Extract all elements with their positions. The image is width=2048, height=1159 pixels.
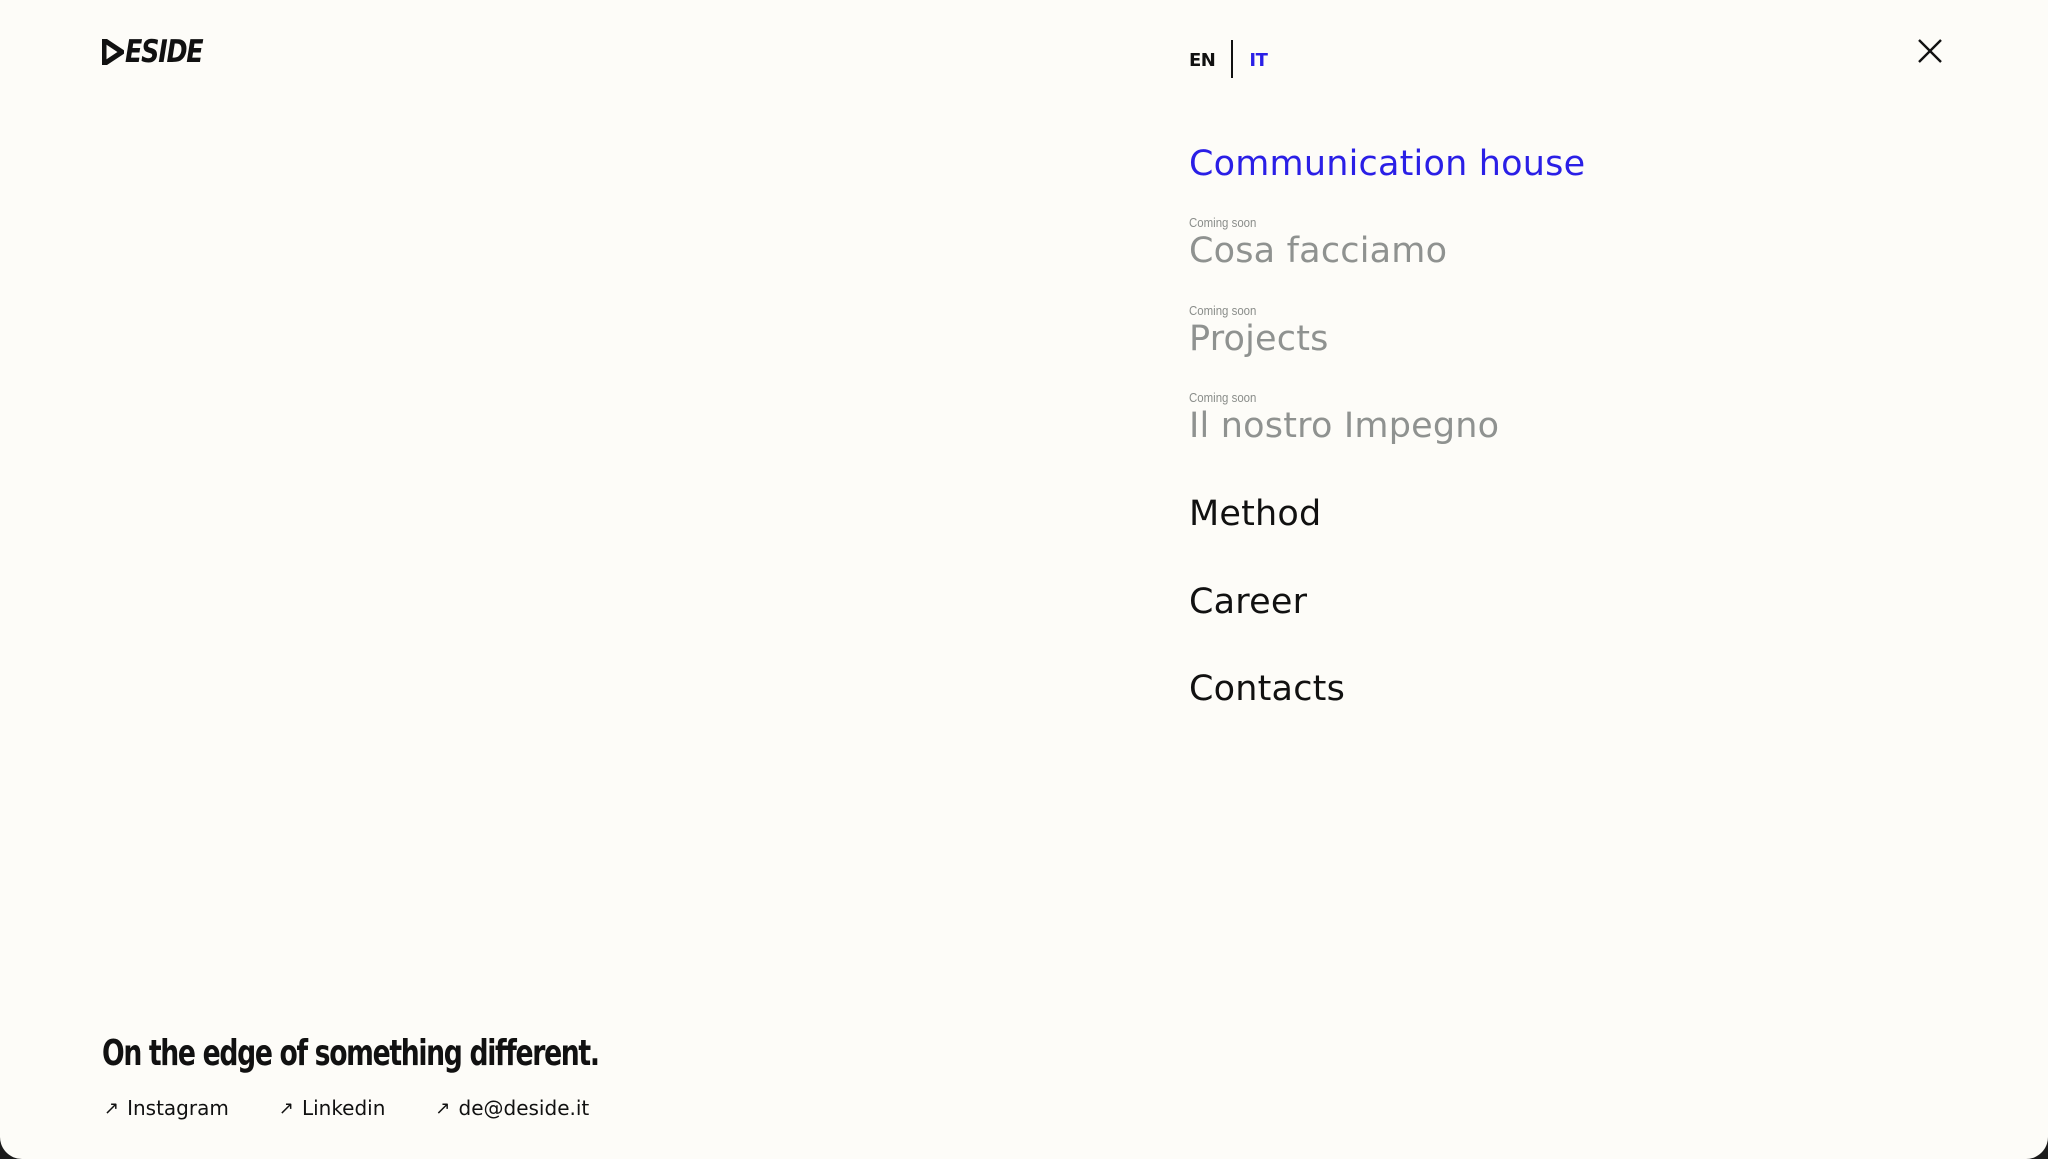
lang-option-en[interactable]: EN [1189,49,1216,70]
nav-item-label: Cosa facciamo [1189,231,1448,271]
lang-option-it[interactable]: IT [1249,49,1267,70]
nav-item-label: Il nostro Impegno [1189,406,1500,446]
nav-item-label: Career [1189,582,1308,622]
nav-item-communication-house[interactable]: Communication house [1189,147,1585,182]
arrow-up-right-icon: ↗ [104,1097,120,1119]
link-label: de@deside.it [458,1096,590,1120]
menu-overlay: ESIDE EN IT Communication house Coming s… [0,0,2048,1159]
close-menu-button[interactable] [1917,38,1943,64]
nav-item-label: Contacts [1189,669,1346,709]
nav-item-contacts[interactable]: Contacts [1189,672,1345,707]
coming-soon-label: Coming soon [1189,390,1257,405]
instagram-link[interactable]: ↗ Instagram [104,1096,229,1120]
nav-item-label: Communication house [1189,144,1586,184]
coming-soon-label: Coming soon [1189,303,1257,318]
arrow-up-right-icon: ↗ [278,1097,294,1119]
close-icon [1918,39,1942,63]
logo-wordmark: ESIDE [125,33,204,70]
arrow-up-right-icon: ↗ [435,1097,451,1119]
email-link[interactable]: ↗ de@deside.it [435,1096,589,1120]
nav-item-label: Method [1189,494,1322,534]
nav-item-projects: Coming soon Projects [1189,304,1329,357]
footer-tagline: On the edge of something different. [102,1033,600,1074]
link-label: Linkedin [301,1096,386,1120]
nav-item-cosa-facciamo: Coming soon Cosa facciamo [1189,216,1447,269]
brand-logo[interactable]: ESIDE [102,36,219,68]
nav-item-career[interactable]: Career [1189,585,1307,620]
lang-divider [1231,40,1234,78]
link-label: Instagram [127,1096,229,1120]
linkedin-link[interactable]: ↗ Linkedin [279,1096,386,1120]
coming-soon-label: Coming soon [1189,215,1257,230]
footer-links: ↗ Instagram ↗ Linkedin ↗ de@deside.it [104,1096,589,1120]
nav-item-label: Projects [1189,319,1329,359]
language-switch: EN IT [1189,40,1268,78]
nav-item-method[interactable]: Method [1189,497,1321,532]
nav-item-il-nostro-impegno: Coming soon Il nostro Impegno [1189,391,1499,444]
play-logo-icon [102,39,124,65]
